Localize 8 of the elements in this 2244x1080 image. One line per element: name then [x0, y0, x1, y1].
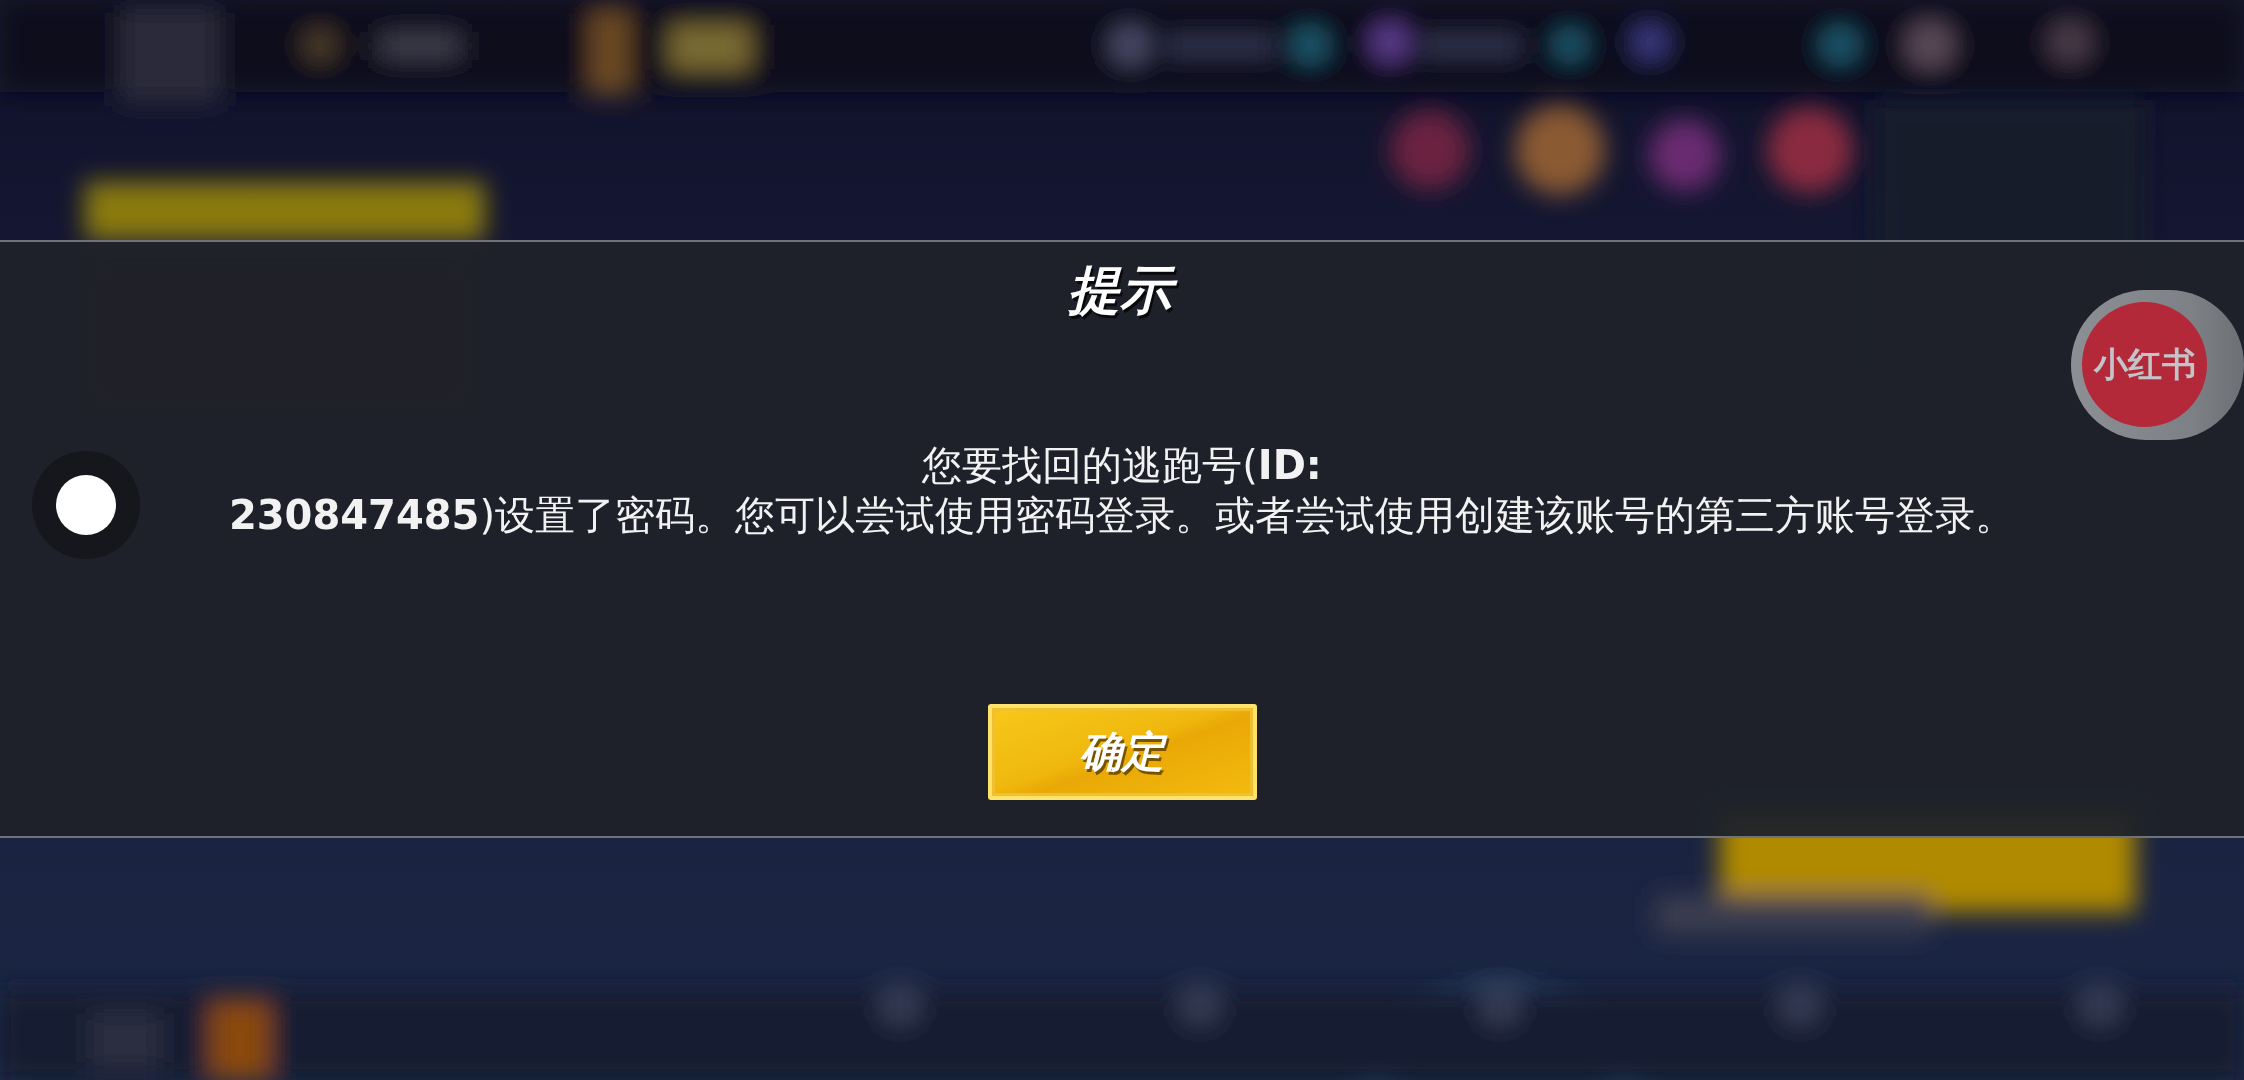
confirm-button[interactable]: 确定	[987, 704, 1257, 800]
dialog-title: 提示	[1058, 254, 1186, 326]
dot-icon	[56, 475, 116, 535]
blurred-item-icon	[1649, 119, 1721, 191]
dialog-message: 您要找回的逃跑号(ID: 230847485)设置了密码。您可以尝试使用密码登录。或者尝试使用创建该账号的第三方账号登录。	[228, 441, 2016, 540]
blurred-item-icon	[1767, 107, 1853, 193]
blurred-item-icon	[1390, 110, 1470, 190]
blurred-item-icon	[1515, 105, 1605, 195]
